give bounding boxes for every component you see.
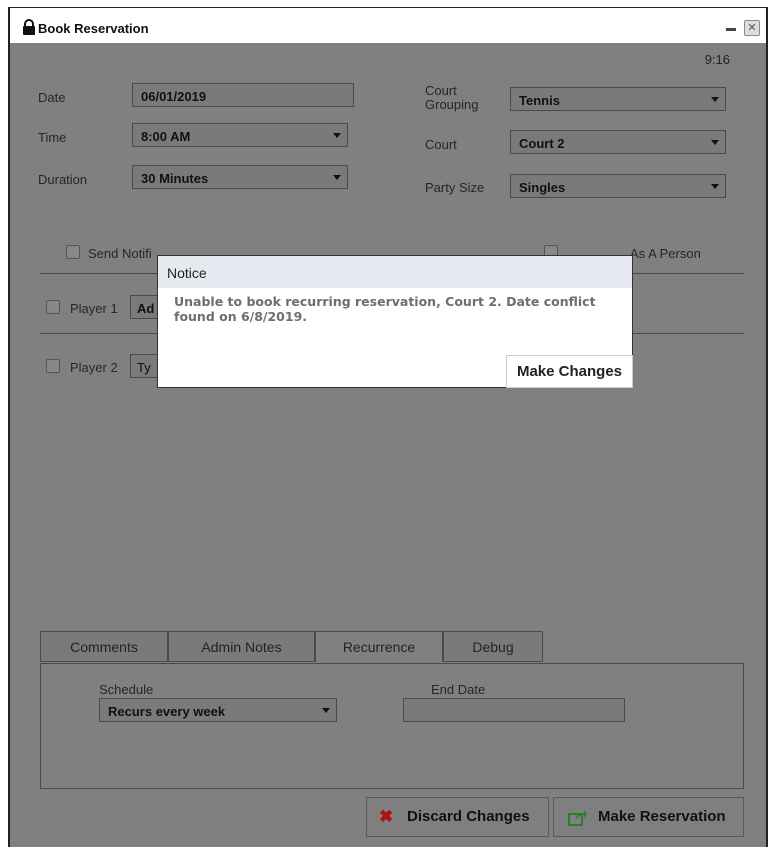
make-reservation-button[interactable]: Make Reservation xyxy=(553,797,744,837)
duration-select[interactable]: 30 Minutes xyxy=(132,165,348,189)
schedule-value: Recurs every week xyxy=(108,704,226,719)
player-1-label: Player 1 xyxy=(70,301,118,316)
court-grouping-value: Tennis xyxy=(519,93,560,108)
tab-admin-notes-label: Admin Notes xyxy=(201,639,282,655)
x-icon: ✖ xyxy=(379,807,394,826)
chevron-down-icon xyxy=(322,708,330,713)
date-label: Date xyxy=(38,90,66,105)
chevron-down-icon xyxy=(333,175,341,180)
book-reservation-window: Book Reservation ✕ 9:16 Date 06/01/2019 … xyxy=(8,7,768,847)
tab-comments[interactable]: Comments xyxy=(40,631,168,662)
duration-label: Duration xyxy=(38,172,88,187)
send-notification-label: Send Notifi xyxy=(88,246,152,261)
court-grouping-label-line2: Grouping xyxy=(425,97,479,112)
court-grouping-label: Court Grouping xyxy=(425,84,478,112)
player-1-checkbox[interactable] xyxy=(46,300,60,314)
player-2-value: Ty xyxy=(137,360,151,375)
end-date-label: End Date xyxy=(431,682,486,697)
chevron-down-icon xyxy=(333,133,341,138)
discard-changes-button[interactable]: ✖ Discard Changes xyxy=(366,797,549,837)
player-2-label: Player 2 xyxy=(70,360,118,375)
party-size-select[interactable]: Singles xyxy=(510,174,726,198)
clock-time: 9:16 xyxy=(704,52,730,67)
make-reservation-label: Make Reservation xyxy=(598,808,726,825)
time-value: 8:00 AM xyxy=(141,129,191,144)
time-select[interactable]: 8:00 AM xyxy=(132,123,348,147)
notice-dialog: Notice Unable to book recurring reservat… xyxy=(157,255,633,388)
end-date-field[interactable] xyxy=(403,698,625,722)
date-field[interactable]: 06/01/2019 xyxy=(132,83,354,107)
player-1-value: Ad xyxy=(137,301,155,316)
court-value: Court 2 xyxy=(519,136,565,151)
title-bar: Book Reservation ✕ xyxy=(10,7,766,44)
court-grouping-select[interactable]: Tennis xyxy=(510,87,726,111)
chevron-down-icon xyxy=(711,97,719,102)
tab-admin-notes[interactable]: Admin Notes xyxy=(168,631,315,662)
dialog-title: Notice xyxy=(158,256,632,288)
court-label: Court xyxy=(425,137,457,152)
lock-icon xyxy=(23,19,35,35)
discard-changes-label: Discard Changes xyxy=(407,808,530,825)
player-2-checkbox[interactable] xyxy=(46,359,60,373)
court-select[interactable]: Court 2 xyxy=(510,130,726,154)
chevron-down-icon xyxy=(711,140,719,145)
make-changes-button[interactable]: Make Changes xyxy=(506,355,633,388)
tab-recurrence[interactable]: Recurrence xyxy=(315,631,443,662)
party-size-label: Party Size xyxy=(425,180,485,195)
tab-bar: Comments Admin Notes Recurrence Debug xyxy=(40,631,744,663)
tab-recurrence-label: Recurrence xyxy=(342,639,416,655)
reservation-form: 9:16 Date 06/01/2019 Time 8:00 AM Durati… xyxy=(10,43,766,847)
tab-comments-label: Comments xyxy=(70,639,138,655)
share-icon xyxy=(568,810,587,826)
duration-value: 30 Minutes xyxy=(141,171,209,186)
window-title: Book Reservation xyxy=(38,21,149,36)
close-button[interactable]: ✕ xyxy=(744,20,760,36)
tab-debug-label: Debug xyxy=(472,639,514,655)
court-grouping-label-line1: Court xyxy=(425,83,457,98)
recurrence-panel: Schedule Recurs every week End Date xyxy=(40,663,744,789)
date-value: 06/01/2019 xyxy=(141,89,207,104)
tab-debug[interactable]: Debug xyxy=(443,631,543,662)
time-label: Time xyxy=(38,130,67,145)
party-size-value: Singles xyxy=(519,180,566,195)
send-notification-checkbox[interactable] xyxy=(66,245,80,259)
schedule-select[interactable]: Recurs every week xyxy=(99,698,337,722)
minimize-button[interactable] xyxy=(726,28,736,31)
dialog-message: Unable to book recurring reservation, Co… xyxy=(174,294,596,324)
schedule-label: Schedule xyxy=(99,682,154,697)
as-person-label: As A Person xyxy=(630,246,701,261)
chevron-down-icon xyxy=(711,184,719,189)
